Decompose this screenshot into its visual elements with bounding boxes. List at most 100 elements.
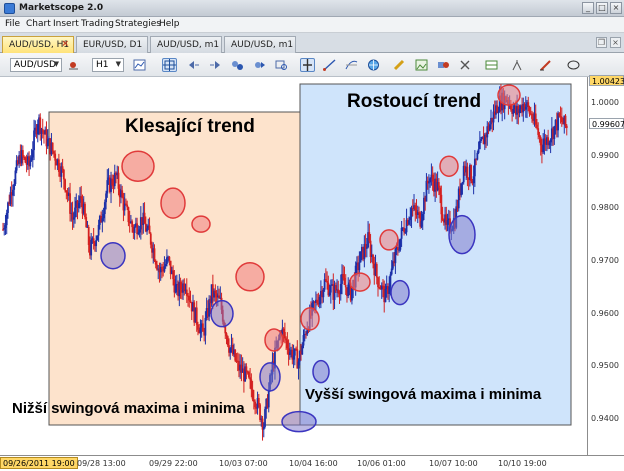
zoom-in-icon[interactable] (186, 58, 201, 72)
candle-body (166, 257, 168, 265)
menu-trading[interactable]: Trading (81, 19, 114, 29)
candle-body (87, 226, 90, 245)
candle-body (163, 266, 166, 272)
candle-body (322, 289, 325, 298)
draw-icon[interactable] (510, 58, 525, 72)
scroll-left-icon[interactable] (230, 58, 245, 72)
close-tab-icon[interactable]: × (61, 39, 69, 49)
candle-body (409, 217, 412, 221)
candle-body (301, 345, 304, 355)
tab-label: AUD/USD, m1 (231, 40, 294, 50)
candle-body (326, 280, 328, 283)
menu-file[interactable]: File (5, 19, 20, 29)
ruler-icon[interactable] (392, 58, 407, 72)
candle-body (101, 218, 104, 223)
candle-body (53, 151, 55, 154)
maximize-button[interactable]: □ (596, 2, 608, 14)
candle-body (252, 399, 255, 402)
layout-icon[interactable] (484, 58, 499, 72)
candle-body (31, 150, 34, 158)
chart-type-icon[interactable] (66, 58, 81, 72)
fibonacci-icon[interactable] (344, 58, 359, 72)
trend-line-icon[interactable] (322, 58, 337, 72)
swing-high-marker (349, 272, 371, 292)
zoom-out-icon[interactable] (208, 58, 223, 72)
candle-body (225, 333, 228, 337)
tab-aud-usd-m1[interactable]: AUD/USD, m1 (150, 36, 222, 53)
scroll-right-icon[interactable] (252, 58, 267, 72)
tab-aud-usd-m1-2[interactable]: AUD/USD, m1 (224, 36, 296, 53)
candle-body (476, 152, 479, 160)
candle-body (267, 389, 270, 408)
globe-icon[interactable] (366, 58, 381, 72)
picture-icon[interactable] (414, 58, 429, 72)
candle-body (234, 349, 237, 361)
candle-body (3, 228, 6, 230)
shapes-icon[interactable] (436, 58, 451, 72)
candle-body (565, 125, 568, 129)
candle-body (92, 238, 95, 243)
candle-body (4, 225, 7, 229)
candle-body (337, 289, 340, 294)
candle-body (137, 232, 140, 235)
candle-body (343, 277, 346, 285)
chevron-down-icon: ▼ (53, 60, 59, 68)
candle-body (512, 108, 515, 114)
candle-body (138, 229, 141, 233)
price-axis[interactable]: 1.0000 0.9900 0.9800 0.9700 0.9600 0.9500 0.94… (587, 74, 624, 455)
tools-icon[interactable] (458, 58, 473, 72)
close-button[interactable]: × (610, 2, 622, 14)
candle-body (131, 221, 134, 228)
candle-body (461, 182, 464, 184)
close-chart-icon[interactable]: × (610, 37, 621, 48)
crosshair-icon[interactable] (162, 58, 177, 72)
candle-body (245, 366, 248, 372)
menu-strategies[interactable]: Strategies (115, 19, 161, 29)
swing-high-marker (121, 150, 155, 182)
candle-body (285, 338, 288, 341)
candle-body (329, 285, 332, 293)
candle-body (292, 355, 295, 360)
candle-body (13, 183, 16, 190)
swing-high-marker (300, 307, 320, 331)
restore-icon[interactable]: ❐ (596, 37, 607, 48)
candle-body (123, 203, 126, 211)
menu-chart[interactable]: Chart (26, 19, 51, 29)
candle-body (229, 348, 232, 353)
candle-body (148, 225, 151, 234)
candle-body (259, 404, 261, 420)
candle-body (318, 296, 321, 305)
candle-body (264, 409, 266, 427)
cursor-tool-icon[interactable] (300, 58, 315, 72)
menu-insert[interactable]: Insert (53, 19, 79, 29)
swing-high-marker (264, 328, 284, 352)
candle-body (368, 232, 371, 241)
symbol-select[interactable]: AUD/USD ▼ (10, 58, 62, 72)
minimize-button[interactable]: _ (582, 2, 594, 14)
menu-help[interactable]: Help (159, 19, 180, 29)
indicators-icon[interactable] (132, 58, 147, 72)
tab-eur-usd-d1[interactable]: EUR/USD, D1 (76, 36, 148, 53)
swing-low-marker (100, 241, 126, 270)
candle-body (288, 352, 291, 355)
candle-body (351, 287, 353, 301)
price-chart[interactable]: Klesající trend Rostoucí trend Nižší swi… (0, 77, 587, 455)
candle-body (293, 348, 296, 356)
candle-body (85, 217, 88, 228)
candle-body (80, 196, 83, 199)
candle-body (440, 194, 443, 215)
time-axis[interactable]: 09/26/2011 19:00 09/28 13:00 09/29 22:00 10… (0, 455, 624, 471)
candle-body (250, 379, 253, 390)
swing-high-marker (439, 155, 459, 177)
ellipse-icon[interactable] (566, 58, 581, 72)
fit-chart-icon[interactable] (274, 58, 289, 72)
candle-body (161, 266, 163, 270)
tab-aud-usd-h1[interactable]: AUD/USD, H1 × (2, 36, 74, 53)
candle-body (133, 226, 136, 233)
candle-body (33, 130, 35, 151)
candle-body (410, 208, 413, 218)
candle-body (564, 115, 567, 126)
timeframe-select[interactable]: H1 ▼ (92, 58, 124, 72)
pen-icon[interactable] (538, 58, 553, 72)
candle-body (74, 207, 76, 218)
